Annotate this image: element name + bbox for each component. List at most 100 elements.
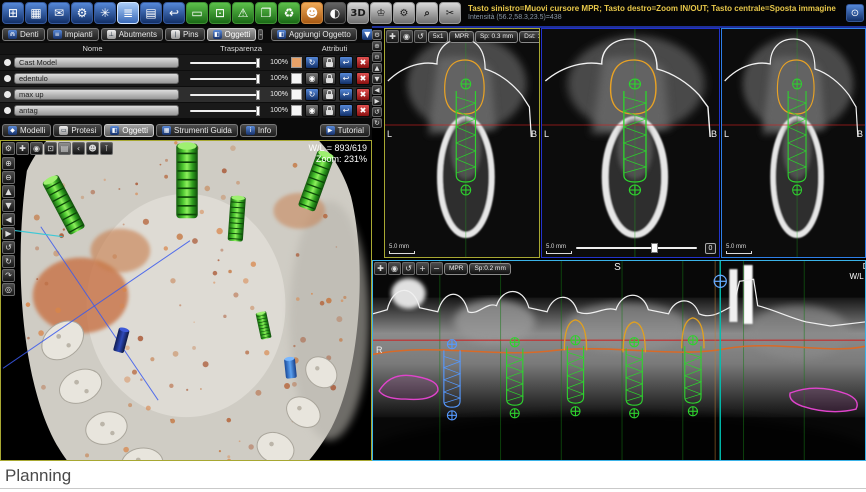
display-icon[interactable]: ⊡	[44, 142, 57, 155]
collapse-button[interactable]: -	[258, 29, 263, 40]
tab-info[interactable]: i Info	[239, 124, 278, 137]
pan-up-icon[interactable]: ▲	[2, 185, 15, 198]
object-row-edentulo[interactable]: 100% ◉ ↩ ✖	[0, 70, 372, 86]
undo-row-icon[interactable]: ↩	[339, 88, 353, 101]
color-swatch[interactable]	[291, 57, 302, 68]
object-name-field[interactable]	[14, 89, 179, 100]
snapshot-icon[interactable]: ◉	[388, 262, 401, 275]
prosthesis-icon[interactable]: ♔	[370, 2, 392, 24]
cut-model-icon[interactable]: ✂	[439, 2, 461, 24]
zoom-in-icon[interactable]: ⊕	[372, 41, 382, 51]
tab-protesi[interactable]: ▭ Protesi	[53, 124, 103, 137]
settings-globe-icon[interactable]: ⚙	[71, 2, 93, 24]
new-project-icon[interactable]: ⊞	[2, 2, 24, 24]
object-row-cast-model[interactable]: 100% ↻ ↩ ✖	[0, 54, 372, 70]
color-swatch[interactable]	[291, 73, 302, 84]
object-row-max-up[interactable]: 100% ↻ ↩ ✖	[0, 86, 372, 102]
color-swatch[interactable]	[291, 105, 302, 116]
selection-dot[interactable]	[4, 59, 11, 66]
reset-view-icon[interactable]: ↺	[414, 30, 427, 43]
panoramic-view[interactable]: ✚ ◉ ↺ + − MPR Sp:0.2 mm S R Dst: W/L = 4…	[372, 260, 866, 461]
transparency-slider[interactable]	[190, 57, 260, 68]
delete-row-icon[interactable]: ✖	[356, 88, 370, 101]
delete-row-icon[interactable]: ✖	[356, 104, 370, 117]
slice-thickness-button[interactable]: Sp:0.2 mm	[469, 262, 511, 275]
contrast-sphere-icon[interactable]: ◐	[324, 2, 346, 24]
undo-icon[interactable]: ↩	[163, 2, 185, 24]
slice-distance-button[interactable]: Dst: 1.0 mm	[519, 30, 539, 43]
zoom-out-icon[interactable]: ⊖	[2, 171, 15, 184]
tutorial-button[interactable]: ▶ Tutorial	[319, 124, 370, 137]
tools-icon[interactable]: ⚙	[372, 30, 382, 40]
duplicate-icon[interactable]: ❐	[255, 2, 277, 24]
lock-icon[interactable]	[322, 88, 336, 101]
tab-oggetti-view[interactable]: ◧ Oggetti	[104, 124, 155, 137]
delete-row-icon[interactable]: ✖	[356, 56, 370, 69]
zoom-out-icon[interactable]: −	[430, 262, 443, 275]
viewport-3d[interactable]: ⚙ ✚ ◉ ⊡ ▤ ‹ ☻ ⊺ ⊕ ⊖ ▲ ▼ ◀ ▶ ↺ ↻ ↷ ◎ W/L …	[0, 140, 372, 461]
tab-oggetti[interactable]: ◧ Oggetti	[206, 28, 257, 41]
measure-angle-icon[interactable]: ⚠	[232, 2, 254, 24]
snapshot-icon[interactable]: ◉	[400, 30, 413, 43]
tab-impianti[interactable]: ≡ Impianti	[46, 28, 99, 41]
fit-view-icon[interactable]: ✚	[16, 142, 29, 155]
cross-section-image[interactable]	[722, 29, 865, 257]
lock-icon[interactable]	[322, 56, 336, 69]
undo-row-icon[interactable]: ↩	[339, 72, 353, 85]
object-row-antag[interactable]: 100% ◉ ↩ ✖	[0, 102, 372, 118]
slice-scroll-slider[interactable]	[576, 243, 697, 253]
rotate-ccw-icon[interactable]: ↺	[372, 107, 382, 117]
slice-thickness-button[interactable]: Sp: 0.3 mm	[474, 30, 519, 43]
object-name-field[interactable]	[14, 105, 179, 116]
scan-object-icon[interactable]: ▤	[140, 2, 162, 24]
cross-section-image[interactable]	[542, 29, 719, 257]
tools-icon[interactable]: ✳	[94, 2, 116, 24]
undo-row-icon[interactable]: ↩	[339, 104, 353, 117]
tab-denti[interactable]: ⋒ Denti	[2, 28, 45, 41]
measure-length-icon[interactable]: ▭	[186, 2, 208, 24]
cross-section-view-1[interactable]: ✚ ◉ ↺ 5x1 MPR Sp: 0.3 mm Dst: 1.0 mm L B…	[384, 28, 540, 258]
rotate-free-icon[interactable]: ↷	[2, 269, 15, 282]
lock-icon[interactable]	[322, 72, 336, 85]
cross-section-view-3[interactable]: L B 5.0 mm	[721, 28, 866, 258]
tab-strumenti-guida[interactable]: ▦ Strumenti Guida	[156, 124, 238, 137]
reset-view-icon[interactable]: ◎	[2, 283, 15, 296]
tools-icon[interactable]: ⚙	[2, 142, 15, 155]
selection-dot[interactable]	[4, 75, 11, 82]
rotate-cw-icon[interactable]: ↻	[372, 118, 382, 128]
patient-view-icon[interactable]: ☻	[86, 142, 99, 155]
zoom-in-icon[interactable]: ⊕	[2, 157, 15, 170]
fit-view-icon[interactable]: ✚	[374, 262, 387, 275]
tab-pins[interactable]: ∣ Pins	[164, 28, 205, 41]
layout-button[interactable]: 5x1	[428, 30, 449, 43]
transparency-slider[interactable]	[190, 105, 260, 116]
patient-icon[interactable]: ☻	[301, 2, 323, 24]
visibility-icon[interactable]: ◉	[305, 104, 319, 117]
undo-row-icon[interactable]: ↩	[339, 56, 353, 69]
selection-dot[interactable]	[4, 107, 11, 114]
transparency-slider[interactable]	[190, 89, 260, 100]
pan-down-icon[interactable]: ▼	[372, 74, 382, 84]
pan-right-icon[interactable]: ▶	[372, 96, 382, 106]
object-name-field[interactable]	[14, 73, 179, 84]
report-icon[interactable]: ✉	[48, 2, 70, 24]
object-name-field[interactable]	[14, 57, 179, 68]
visibility-icon[interactable]: ◉	[305, 72, 319, 85]
visibility-icon[interactable]: ↻	[305, 88, 319, 101]
panoramic-image[interactable]	[373, 261, 865, 460]
fit-view-icon[interactable]: ✚	[386, 30, 399, 43]
collapse-toolbar-icon[interactable]: ‹	[72, 142, 85, 155]
pan-up-icon[interactable]: ▲	[372, 63, 382, 73]
mpr-mode-button[interactable]: MPR	[449, 30, 474, 43]
cross-section-image[interactable]	[385, 29, 539, 257]
pan-left-icon[interactable]: ◀	[2, 213, 15, 226]
transparency-slider[interactable]	[190, 73, 260, 84]
pan-left-icon[interactable]: ◀	[372, 85, 382, 95]
cast-model-3d-image[interactable]	[1, 141, 371, 460]
zoom-in-icon[interactable]: +	[416, 262, 429, 275]
pan-right-icon[interactable]: ▶	[2, 227, 15, 240]
delete-row-icon[interactable]: ✖	[356, 72, 370, 85]
rotate-ccw-icon[interactable]: ↺	[2, 241, 15, 254]
tooth-settings-icon[interactable]: ⚙	[393, 2, 415, 24]
view-3d-icon[interactable]: 3D	[347, 2, 369, 24]
